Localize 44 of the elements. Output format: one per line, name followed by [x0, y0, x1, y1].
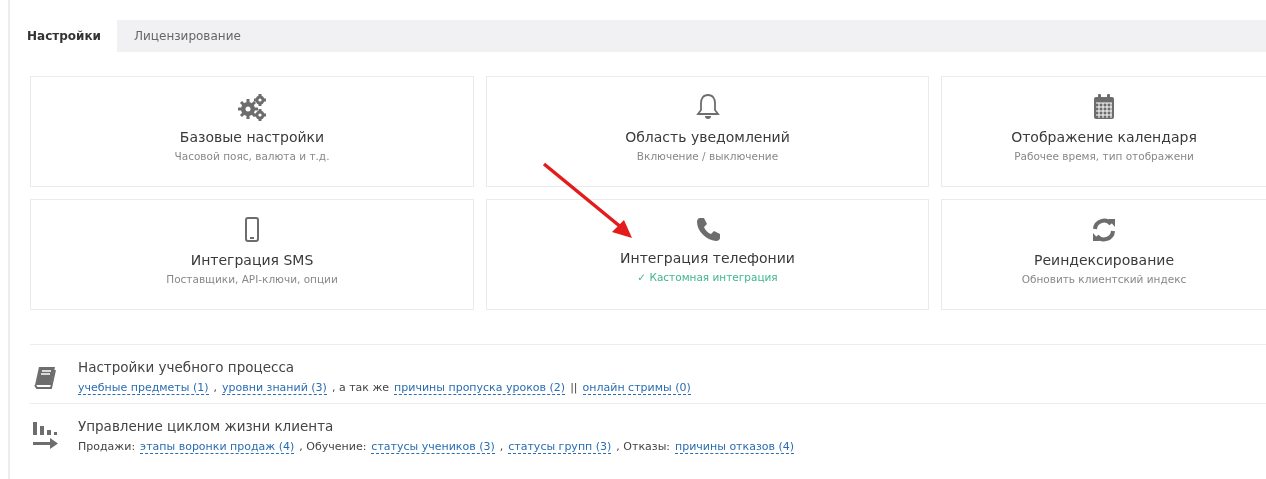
settings-card[interactable]: Интеграция телефонии ✓ Кастомная интеграция [486, 199, 929, 310]
card-title: Интеграция SMS [190, 252, 314, 268]
settings-card[interactable]: Область уведомлений Включение / выключение [486, 76, 929, 187]
settings-link[interactable]: учебные предметы (1) [78, 381, 209, 395]
card-subtitle: Поставщики, API-ключи, опции [166, 273, 338, 285]
label-text: , Обучение: [299, 440, 367, 453]
settings-link[interactable]: статусы учеников (3) [371, 440, 495, 454]
label-text: Продажи: [78, 440, 136, 453]
card-title: Реиндексирование [1034, 252, 1174, 268]
card-subtitle: Включение / выключение [636, 150, 779, 162]
refresh-icon [1090, 216, 1118, 244]
card-title: Отображение календаря [1011, 129, 1197, 145]
card-title: Интеграция телефонии [620, 250, 795, 266]
settings-card[interactable]: Отображение календаря Рабочее время, тип отображени [941, 76, 1266, 187]
bell-icon [695, 93, 720, 121]
card-title: Базовые настройки [179, 129, 325, 145]
settings-card[interactable]: Реиндексирование Обновить клиентский индекс [941, 199, 1266, 310]
phone-icon [694, 216, 721, 242]
settings-link[interactable]: причины пропуска уроков (2) [394, 381, 566, 395]
card-subtitle: Часовой пояс, валюта и т.д. [174, 150, 330, 162]
gears-icon [237, 93, 267, 121]
settings-link[interactable]: статусы групп (3) [508, 440, 612, 454]
mobile-phone-icon [244, 216, 260, 244]
label-text: || [570, 381, 578, 394]
label-text: , Отказы: [616, 440, 671, 453]
settings-link[interactable]: причины отказов (4) [675, 440, 795, 454]
status-text: ✓ Кастомная интеграция [637, 271, 778, 283]
settings-link[interactable]: онлайн стримы (0) [582, 381, 691, 395]
settings-link[interactable]: этапы воронки продаж (4) [140, 440, 295, 454]
settings-link[interactable]: уровни знаний (3) [222, 381, 327, 395]
label-text: , [499, 440, 504, 453]
settings-card[interactable]: Базовые настройки Часовой пояс, валюта и т.д. [30, 76, 474, 187]
calendar-icon [1092, 93, 1116, 121]
label-text: , [213, 381, 217, 394]
tab[interactable]: Настройки [10, 20, 117, 52]
book-icon [33, 365, 57, 389]
chart-arrow-icon [31, 420, 59, 452]
card-title: Область уведомлений [625, 129, 790, 145]
section-title: Управление циклом жизни клиента [78, 418, 335, 434]
card-subtitle: Обновить клиентский индекс [1021, 273, 1187, 285]
card-subtitle: Рабочее время, тип отображени [1014, 150, 1194, 162]
label-text: , а так же [331, 381, 390, 394]
section-title: Настройки учебного процесса [78, 359, 296, 375]
settings-card[interactable]: Интеграция SMS Поставщики, API-ключи, опции [30, 199, 474, 310]
